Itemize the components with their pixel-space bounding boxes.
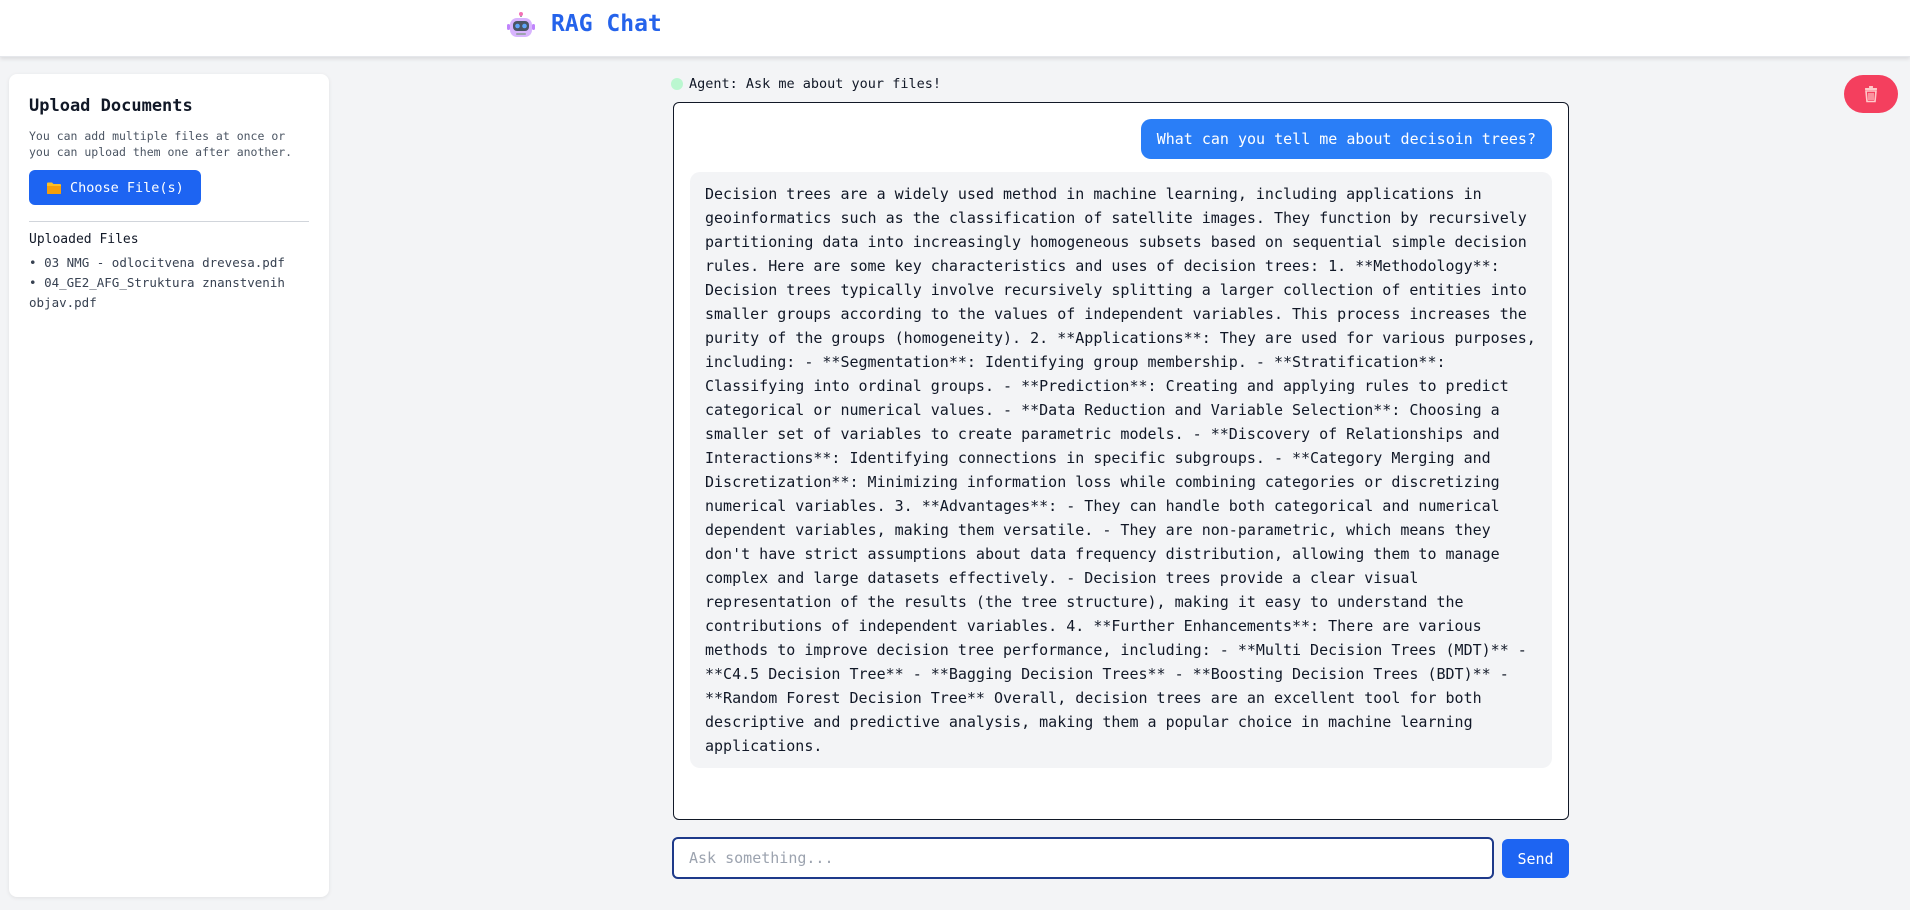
- upload-description: You can add multiple files at once or yo…: [29, 129, 293, 159]
- divider: [29, 221, 309, 222]
- choose-files-button[interactable]: Choose File(s): [29, 170, 201, 205]
- uploaded-file-item: 03 NMG - odlocitvena drevesa.pdf: [29, 253, 309, 273]
- folder-icon: [47, 182, 61, 194]
- assistant-message: Decision trees are a widely used method …: [690, 172, 1552, 768]
- agent-status-text: Agent: Ask me about your files!: [689, 76, 941, 92]
- user-message: What can you tell me about decisoin tree…: [1140, 119, 1552, 159]
- agent-status: Agent: Ask me about your files!: [671, 76, 941, 92]
- app-title: RAG Chat: [551, 11, 662, 37]
- choose-files-label: Choose File(s): [70, 179, 184, 196]
- upload-title: Upload Documents: [29, 96, 193, 116]
- clear-chat-button[interactable]: [1844, 75, 1898, 113]
- uploaded-file-item: 04_GE2_AFG_Struktura znanstvenih objav.p…: [29, 273, 309, 313]
- uploaded-files-title: Uploaded Files: [29, 232, 139, 247]
- send-button[interactable]: Send: [1502, 839, 1569, 878]
- status-dot: [671, 78, 683, 90]
- trash-icon: [1865, 86, 1877, 103]
- robot-icon: [507, 12, 535, 37]
- uploaded-files-list: 03 NMG - odlocitvena drevesa.pdf 04_GE2_…: [29, 253, 309, 313]
- app-header: RAG Chat: [0, 0, 1910, 57]
- chat-window[interactable]: What can you tell me about decisoin tree…: [673, 102, 1569, 820]
- chat-input[interactable]: [672, 837, 1494, 879]
- upload-sidebar: Upload Documents You can add multiple fi…: [9, 74, 329, 897]
